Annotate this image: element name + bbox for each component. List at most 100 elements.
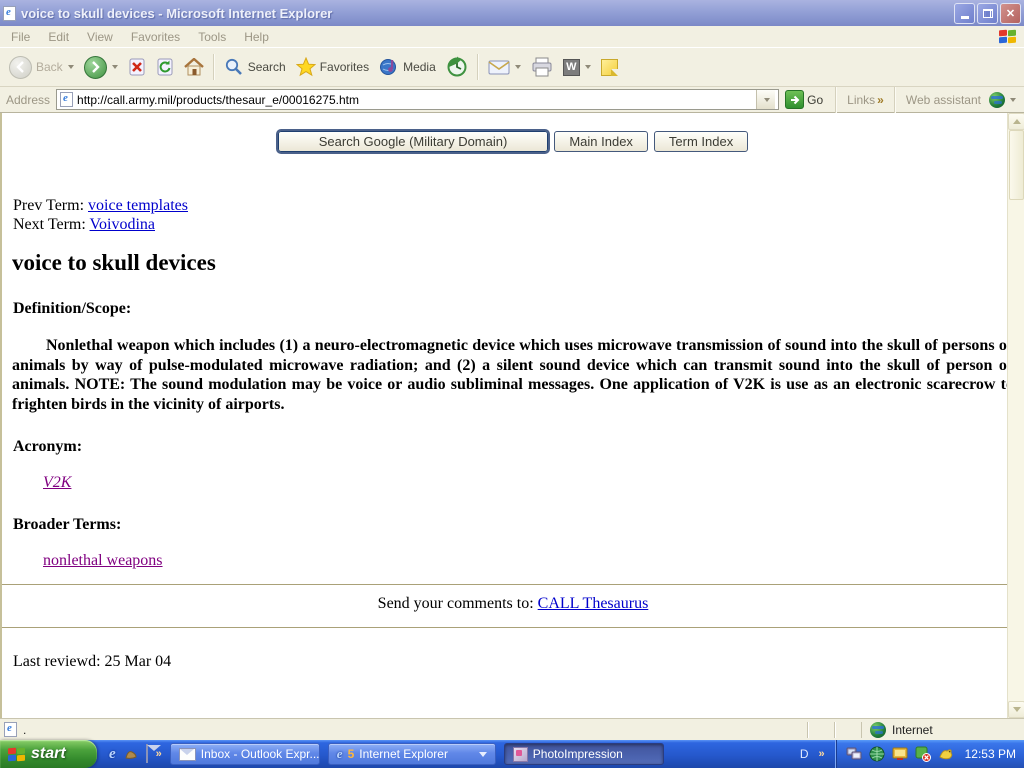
go-icon[interactable] — [785, 90, 805, 109]
security-zone-panel: Internet — [861, 721, 1020, 738]
envelope-icon — [145, 744, 148, 763]
system-tray: 12:53 PM — [834, 740, 1024, 768]
taskbar-button-ie-group[interactable]: e 5 Internet Explorer — [327, 743, 496, 765]
standard-toolbar: Back Search Favorites Media W — [0, 48, 1024, 87]
menu-edit[interactable]: Edit — [39, 28, 78, 46]
menu-help[interactable]: Help — [235, 28, 278, 46]
term-index-button[interactable]: Term Index — [653, 131, 749, 152]
tray-display-icon[interactable] — [892, 746, 908, 762]
main-index-button[interactable]: Main Index — [554, 131, 648, 152]
quick-launch-bar: e » — [109, 744, 162, 763]
tray-dove-icon[interactable] — [938, 746, 954, 762]
address-label: Address — [6, 92, 51, 107]
home-button[interactable] — [179, 55, 209, 79]
discuss-button[interactable] — [596, 56, 623, 79]
web-assistant-globe-icon[interactable] — [989, 91, 1005, 108]
menu-favorites[interactable]: Favorites — [122, 28, 189, 46]
band-label[interactable]: D — [800, 747, 809, 761]
tray-disabled-icon[interactable] — [915, 746, 931, 762]
forward-button[interactable] — [79, 53, 123, 82]
horizontal-rule — [2, 627, 1024, 629]
window-title: voice to skull devices - Microsoft Inter… — [21, 5, 333, 21]
media-button[interactable]: Media — [374, 54, 441, 80]
web-assistant-dropdown-icon[interactable] — [1010, 97, 1016, 102]
start-button[interactable]: start — [0, 740, 97, 768]
vertical-scrollbar[interactable] — [1007, 113, 1024, 718]
home-icon — [183, 58, 204, 76]
toolbar-separator — [212, 54, 215, 80]
comments-link[interactable]: CALL Thesaurus — [538, 595, 649, 612]
edit-with-word-button[interactable]: W — [558, 56, 596, 79]
broader-term-link[interactable]: nonlethal weapons — [43, 552, 163, 569]
band-chevron-icon[interactable]: » — [819, 748, 825, 760]
back-dropdown-icon[interactable] — [67, 65, 74, 69]
back-button[interactable]: Back — [4, 53, 79, 82]
minimize-button[interactable] — [954, 2, 975, 24]
quick-launch-media-player-icon[interactable] — [124, 748, 138, 760]
scroll-down-icon — [1012, 707, 1021, 712]
favorites-label: Favorites — [319, 60, 370, 74]
windows-logo-icon — [999, 29, 1016, 44]
address-dropdown-button[interactable] — [756, 90, 776, 109]
close-button[interactable]: ✕ — [1000, 2, 1021, 24]
search-icon — [224, 57, 244, 77]
address-separator — [835, 86, 838, 113]
scroll-down-button[interactable] — [1008, 701, 1024, 718]
next-term-link[interactable]: Voivodina — [90, 216, 155, 233]
links-chevron-icon[interactable]: » — [877, 93, 884, 107]
close-icon: ✕ — [1005, 7, 1016, 20]
horizontal-rule — [2, 584, 1024, 586]
taskbar-button-photoimpression[interactable]: PhotoImpression — [503, 743, 664, 765]
web-assistant-label[interactable]: Web assistant — [906, 93, 981, 107]
stop-button[interactable] — [123, 55, 151, 79]
print-button[interactable] — [526, 54, 558, 80]
word-icon: W — [562, 58, 580, 76]
prev-term-line: Prev Term: voice templates — [13, 196, 1024, 215]
address-separator — [893, 86, 896, 113]
note-icon — [600, 58, 618, 76]
menu-tools[interactable]: Tools — [189, 28, 235, 46]
search-label: Search — [247, 60, 286, 74]
photoimpression-icon — [512, 746, 528, 762]
scroll-up-button[interactable] — [1008, 113, 1024, 130]
acronym-link[interactable]: V2K — [43, 474, 71, 491]
history-icon — [446, 56, 468, 78]
tray-network-icon[interactable] — [846, 746, 862, 762]
scrollbar-thumb[interactable] — [1009, 130, 1024, 200]
favorites-button[interactable]: Favorites — [291, 54, 374, 80]
menu-file[interactable]: File — [2, 28, 39, 46]
tray-globe-icon[interactable] — [869, 746, 885, 762]
taskbar-button-inbox[interactable]: Inbox - Outlook Expr... — [169, 743, 320, 765]
quick-launch-outlook-icon[interactable] — [145, 744, 148, 763]
address-url[interactable]: http://call.army.mil/products/thesaur_e/… — [77, 93, 752, 107]
forward-icon — [83, 55, 107, 79]
address-bar: Address http://call.army.mil/products/th… — [0, 86, 1024, 113]
mail-button[interactable] — [483, 56, 526, 78]
title-bar[interactable]: voice to skull devices - Microsoft Inter… — [0, 0, 1024, 26]
links-label[interactable]: Links — [847, 93, 875, 107]
go-button[interactable]: Go — [807, 93, 823, 107]
start-label: start — [31, 745, 66, 762]
edit-dropdown-icon[interactable] — [584, 65, 591, 69]
scroll-up-icon — [1012, 119, 1021, 124]
prev-term-link[interactable]: voice templates — [88, 197, 188, 214]
page-title: voice to skull devices — [12, 250, 216, 275]
forward-dropdown-icon[interactable] — [111, 65, 118, 69]
quick-launch-ie-icon[interactable]: e — [109, 746, 116, 763]
search-google-button[interactable]: Search Google (Military Domain) — [275, 129, 551, 154]
refresh-button[interactable] — [151, 55, 179, 79]
toolbar-separator — [476, 54, 479, 80]
mail-dropdown-icon[interactable] — [514, 65, 521, 69]
address-input[interactable]: http://call.army.mil/products/thesaur_e/… — [56, 89, 780, 110]
status-page-icon — [4, 722, 17, 737]
restore-button[interactable] — [977, 2, 998, 24]
internet-zone-icon — [870, 721, 886, 738]
favorites-icon — [295, 57, 316, 77]
search-button[interactable]: Search — [219, 54, 291, 80]
menu-view[interactable]: View — [78, 28, 122, 46]
window-controls: ✕ — [954, 2, 1021, 24]
definition-text: Nonlethal weapon which includes (1) a ne… — [12, 337, 1014, 413]
history-button[interactable] — [441, 53, 473, 81]
desktop-toolbar: D » — [800, 747, 825, 761]
group-dropdown-icon[interactable] — [478, 751, 487, 757]
